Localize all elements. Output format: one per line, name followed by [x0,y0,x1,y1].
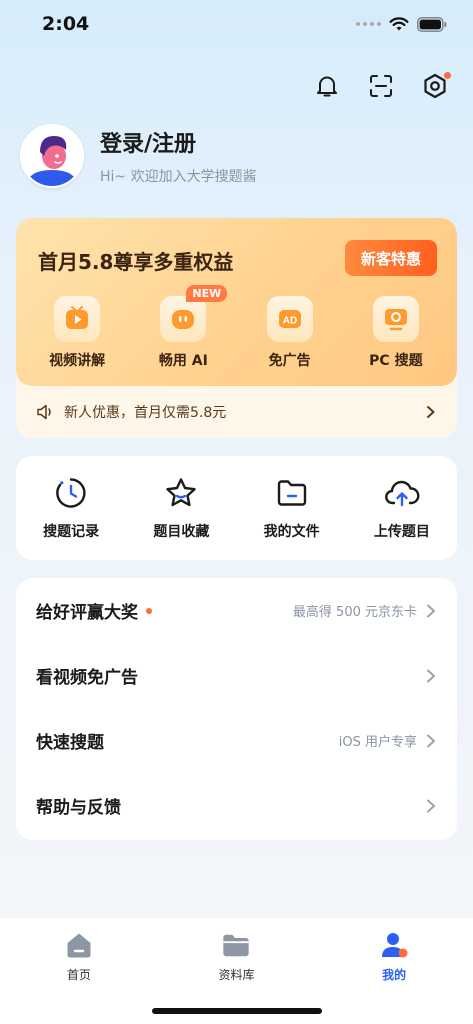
home-indicator [152,1008,322,1014]
tool-label: 题目收藏 [153,524,210,540]
menu-title: 看视频免广告 [36,668,138,688]
chevron-right-icon [427,604,435,617]
notification-bell-icon[interactable] [311,70,343,102]
menu-item-review-reward[interactable]: 给好评赢大奖 最高得 500 元京东卡 [16,578,457,643]
star-icon [163,475,199,511]
tool-label: 上传题目 [373,524,430,540]
settings-menu-card: 给好评赢大奖 最高得 500 元京东卡 看视频免广告 快速搜题 iOS 用户专享… [16,578,457,840]
svg-text:AD: AD [282,316,296,327]
benefit-label: 视频讲解 [49,353,106,369]
menu-item-video-no-ads[interactable]: 看视频免广告 [16,643,457,708]
history-clock-icon [53,475,89,511]
vip-benefits: 视频讲解 NEW 畅用 AI AD 免广告 PC 搜题 [16,285,457,370]
tool-upload-question[interactable]: 上传题目 [354,475,450,541]
chevron-right-icon [427,669,435,682]
notice-text: 新人优惠，首月仅需5.8元 [64,405,227,421]
tab-label: 资料库 [218,968,255,982]
menu-title: 快速搜题 [36,733,104,753]
tool-label: 搜题记录 [43,524,100,540]
tab-mine[interactable]: 我的 [344,930,444,1024]
menu-hint: 最高得 500 元京东卡 [292,605,417,620]
tab-home[interactable]: 首页 [29,930,129,1024]
chevron-right-icon [427,799,435,812]
status-bar: 2:04 [0,0,473,50]
benefit-label: 畅用 AI [158,353,208,369]
ai-robot-icon [160,296,207,342]
benefit-label: 免广告 [268,353,311,369]
wifi-icon [389,17,409,31]
tab-label: 我的 [382,968,407,982]
library-folder-icon [221,930,251,960]
tool-search-history[interactable]: 搜题记录 [23,475,119,541]
settings-gear-icon[interactable] [419,70,451,102]
status-time: 2:04 [42,13,90,35]
new-user-notice[interactable]: 新人优惠，首月仅需5.8元 [16,386,457,438]
ad-icon: AD [266,296,313,342]
status-icons [356,16,447,32]
home-icon [64,930,94,960]
battery-icon [417,16,447,32]
profile-header[interactable]: 登录/注册 Hi~ 欢迎加入大学搜题酱 [20,124,257,188]
settings-badge-dot [444,72,451,79]
tool-my-files[interactable]: 我的文件 [244,475,340,541]
quick-tools-card: 搜题记录 题目收藏 我的文件 上传题目 [16,456,457,560]
tool-favorites[interactable]: 题目收藏 [133,475,229,541]
benefit-ai[interactable]: NEW 畅用 AI [138,285,228,370]
pc-monitor-icon [372,296,419,342]
speaker-icon [37,404,51,420]
new-badge: NEW [186,285,228,302]
vip-promo-card[interactable]: 首月5.8尊享多重权益 新客特惠 视频讲解 NEW 畅用 AI AD 免广告 P… [16,218,457,438]
menu-title: 给好评赢大奖 [36,603,138,623]
vip-title: 首月5.8尊享多重权益 [38,250,234,274]
benefit-pc-search[interactable]: PC 搜题 [351,296,441,370]
benefit-label: PC 搜题 [369,353,423,369]
video-play-icon [54,296,101,342]
top-actions [311,70,451,102]
user-profile-icon [379,930,409,960]
folder-icon [274,475,310,511]
benefit-video-explain[interactable]: 视频讲解 [32,296,122,370]
tab-label: 首页 [66,968,91,982]
scan-icon[interactable] [365,70,397,102]
menu-red-dot [146,607,152,614]
benefit-no-ads[interactable]: AD 免广告 [245,296,335,370]
menu-item-help-feedback[interactable]: 帮助与反馈 [16,773,457,838]
signal-dots-icon [356,22,381,26]
welcome-subtitle: Hi~ 欢迎加入大学搜题酱 [100,169,257,185]
new-customer-offer-button[interactable]: 新客特惠 [345,240,437,276]
chevron-right-icon [427,734,435,747]
menu-hint: iOS 用户专享 [338,735,417,750]
chevron-right-icon [427,406,435,418]
menu-title: 帮助与反馈 [36,798,121,818]
menu-item-quick-search[interactable]: 快速搜题 iOS 用户专享 [16,708,457,773]
cloud-upload-icon [384,475,420,511]
avatar[interactable] [20,124,84,188]
tool-label: 我的文件 [263,524,320,540]
login-register-link[interactable]: 登录/注册 [100,126,257,158]
